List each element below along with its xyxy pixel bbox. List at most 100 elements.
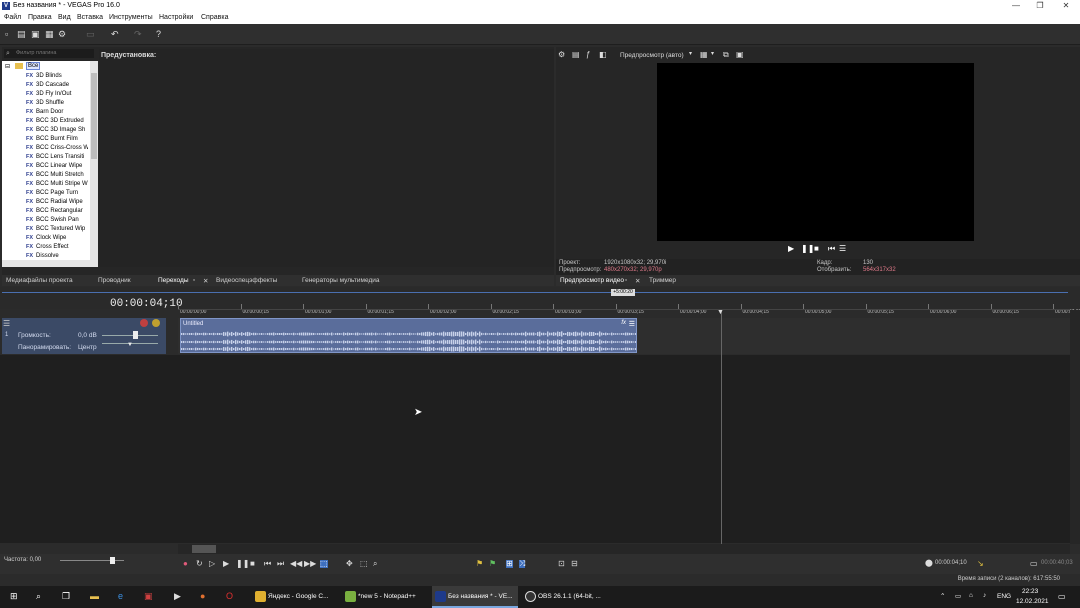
preview-quality-select[interactable]: Предпросмотр (авто) xyxy=(620,52,684,59)
plugin-tree-item[interactable]: FX 3D Fly In/Out xyxy=(26,90,88,99)
snapping-icon[interactable]: ⊞ xyxy=(506,560,513,568)
menu-insert[interactable]: Вставка xyxy=(77,14,103,21)
timeline-vertical-scrollbar[interactable] xyxy=(1070,310,1080,544)
record-icon[interactable]: ● xyxy=(183,560,188,568)
plugin-tree-item[interactable]: FX BCC Criss-Cross W xyxy=(26,144,88,153)
plugin-tree-item[interactable]: FX BCC Multi Stretch xyxy=(26,171,88,180)
tray-chevron-icon[interactable]: ⌃ xyxy=(940,592,945,600)
language-indicator[interactable]: ENG xyxy=(997,593,1011,600)
timeline-timecode[interactable]: 00:00:04;10 xyxy=(110,298,183,310)
plugin-tree-item[interactable]: FX BCC Lens Transiti xyxy=(26,153,88,162)
lock-envelopes-icon[interactable]: ⊡ xyxy=(558,560,565,568)
auto-ripple-icon[interactable]: ⤨ xyxy=(519,560,526,568)
plugin-tree[interactable]: ⊟ Все FX 3D Blinds FX 3D Cascade FX 3D Fly In… xyxy=(2,61,98,267)
playhead-marker-icon[interactable]: ▼ xyxy=(717,309,724,316)
go-to-start-icon[interactable]: ⏮ xyxy=(828,245,835,253)
volume-slider-track[interactable] xyxy=(102,335,158,336)
firefox-icon[interactable]: ● xyxy=(200,592,205,601)
plugin-tree-item[interactable]: FX Barn Door xyxy=(26,108,88,117)
copy-snapshot-icon[interactable]: ⧉ xyxy=(723,51,729,59)
plugin-tree-item[interactable]: FX BCC Burnt Film xyxy=(26,135,88,144)
preview-properties-icon[interactable]: ⚙ xyxy=(558,51,565,59)
timeline-horizontal-scrollbar[interactable] xyxy=(178,544,1070,554)
tray-app-icon[interactable]: ▭ xyxy=(955,592,961,600)
play-icon[interactable]: ▶ xyxy=(223,560,229,568)
menu-file[interactable]: Файл xyxy=(4,14,21,21)
video-fx-icon[interactable]: ƒ xyxy=(586,51,590,59)
task-view-icon[interactable]: ❐ xyxy=(62,592,70,601)
go-to-start-icon[interactable]: ⏮ xyxy=(264,560,271,568)
tree-scroll-thumb[interactable] xyxy=(91,73,97,159)
tree-hscrollbar[interactable] xyxy=(2,260,90,267)
open-folder-icon[interactable]: ▤ xyxy=(17,30,26,39)
timeline-scroll-thumb[interactable] xyxy=(192,545,216,553)
tab-project-media[interactable]: Медиафайлы проекта xyxy=(6,277,73,284)
volume-icon[interactable]: ♪ xyxy=(983,592,986,599)
tab-undock-icon[interactable]: ▫ xyxy=(193,277,195,284)
audio-track-header[interactable]: ☰ 1 Громкость: 0,0 dB Панорамировать: Це… xyxy=(2,318,166,354)
menu-settings[interactable]: Настройки xyxy=(159,14,193,21)
solo-icon[interactable] xyxy=(152,319,160,327)
opera-icon[interactable]: O xyxy=(226,592,233,601)
rate-slider-thumb[interactable] xyxy=(110,557,115,564)
redo-icon[interactable]: ↷ xyxy=(134,30,142,39)
pause-icon[interactable]: ❚❚ xyxy=(236,560,249,568)
next-frame-icon[interactable]: ▶▶ xyxy=(304,560,316,568)
whats-this-icon[interactable]: ? xyxy=(156,30,161,39)
tab-video-fx[interactable]: Видеоспецэффекты xyxy=(216,277,277,284)
taskbar-app-obs[interactable]: OBS 26.1.1 (64-bit, ... xyxy=(522,586,606,608)
plugin-tree-item[interactable]: FX BCC Rectangular xyxy=(26,207,88,216)
taskbar-app-notepad[interactable]: *new 5 - Notepad++ xyxy=(342,586,426,608)
minimize-button[interactable]: — xyxy=(1004,0,1028,12)
tab-media-generators[interactable]: Генераторы мультимедиа xyxy=(302,277,380,284)
undo-icon[interactable]: ↶ xyxy=(111,30,119,39)
tree-root-all[interactable]: Все xyxy=(26,62,41,70)
split-screen-icon[interactable]: ◧ xyxy=(599,51,607,59)
prev-frame-icon[interactable]: ◀◀ xyxy=(290,560,302,568)
close-button[interactable]: ✕ xyxy=(1054,0,1078,12)
track-menu-icon[interactable]: ☰ xyxy=(3,319,10,328)
plugin-tree-item[interactable]: FX BCC 3D Image Sh xyxy=(26,126,88,135)
network-icon[interactable]: ⌂ xyxy=(969,592,973,599)
chevron-down-icon[interactable]: ▾ xyxy=(689,51,692,57)
plugin-tree-item[interactable]: FX BCC Linear Wipe xyxy=(26,162,88,171)
plugin-tree-item[interactable]: FX BCC Radial Wipe xyxy=(26,198,88,207)
volume-slider-thumb[interactable] xyxy=(133,331,138,339)
play-icon[interactable]: ▶ xyxy=(788,245,794,253)
video-app-icon[interactable]: ▶ xyxy=(174,592,181,601)
search-icon[interactable]: ⌕ xyxy=(36,592,41,601)
playhead-cursor[interactable] xyxy=(721,310,722,544)
clip-fx-icon[interactable]: fx xyxy=(621,320,626,326)
windows-start-icon[interactable]: ⊞ xyxy=(10,592,18,601)
tab-undock-icon[interactable]: ▫ xyxy=(625,277,627,284)
properties-gear-icon[interactable]: ⚙ xyxy=(58,30,66,39)
new-file-icon[interactable]: ▫ xyxy=(5,30,8,39)
region-icon[interactable]: ⚑ xyxy=(489,560,496,568)
edit-tool-icon[interactable]: ⬚ xyxy=(320,560,328,568)
plugin-tree-item[interactable]: FX 3D Shuffle xyxy=(26,99,88,108)
marker-icon[interactable]: ⚑ xyxy=(476,560,483,568)
menu-edit[interactable]: Правка xyxy=(28,14,52,21)
tab-explorer[interactable]: Проводник xyxy=(98,277,131,284)
save-snapshot-icon[interactable]: ▣ xyxy=(736,51,744,59)
plugin-tree-item[interactable]: FX 3D Cascade xyxy=(26,81,88,90)
timeline-ruler[interactable]: 00:00:00;00 00:00:00;15 00:00:01;00 00:00:0… xyxy=(178,300,1080,316)
plugin-tree-item[interactable]: FX 3D Blinds xyxy=(26,72,88,81)
plugin-tree-item[interactable]: FX Cross Effect xyxy=(26,243,88,252)
go-to-end-icon[interactable]: ⏭ xyxy=(277,560,284,568)
play-from-start-icon[interactable]: ▷ xyxy=(209,560,215,568)
taskbar-app-chrome[interactable]: Яндекс - Google C... xyxy=(252,586,336,608)
clock-date[interactable]: 12.02.2021 xyxy=(1016,598,1049,605)
edge-icon[interactable]: e xyxy=(118,592,123,601)
pan-slider-thumb[interactable]: ▼ xyxy=(127,342,133,348)
ignore-grouping-icon[interactable]: ⊟ xyxy=(571,560,578,568)
render-icon[interactable]: ▦ xyxy=(45,30,54,39)
menu-help[interactable]: Справка xyxy=(201,14,228,21)
chevron-down-icon[interactable]: ▾ xyxy=(711,51,714,57)
zoom-tool-icon[interactable]: ⌕ xyxy=(373,560,377,568)
plugin-filter-input[interactable]: Фильтр плагина xyxy=(4,49,94,58)
tab-video-preview[interactable]: Предпросмотр видео xyxy=(560,277,624,284)
stop-icon[interactable]: ■ xyxy=(814,245,819,253)
cursor-time-display[interactable]: 00:00:04;10 xyxy=(935,560,967,566)
plugin-tree-item[interactable]: FX BCC 3D Extruded xyxy=(26,117,88,126)
